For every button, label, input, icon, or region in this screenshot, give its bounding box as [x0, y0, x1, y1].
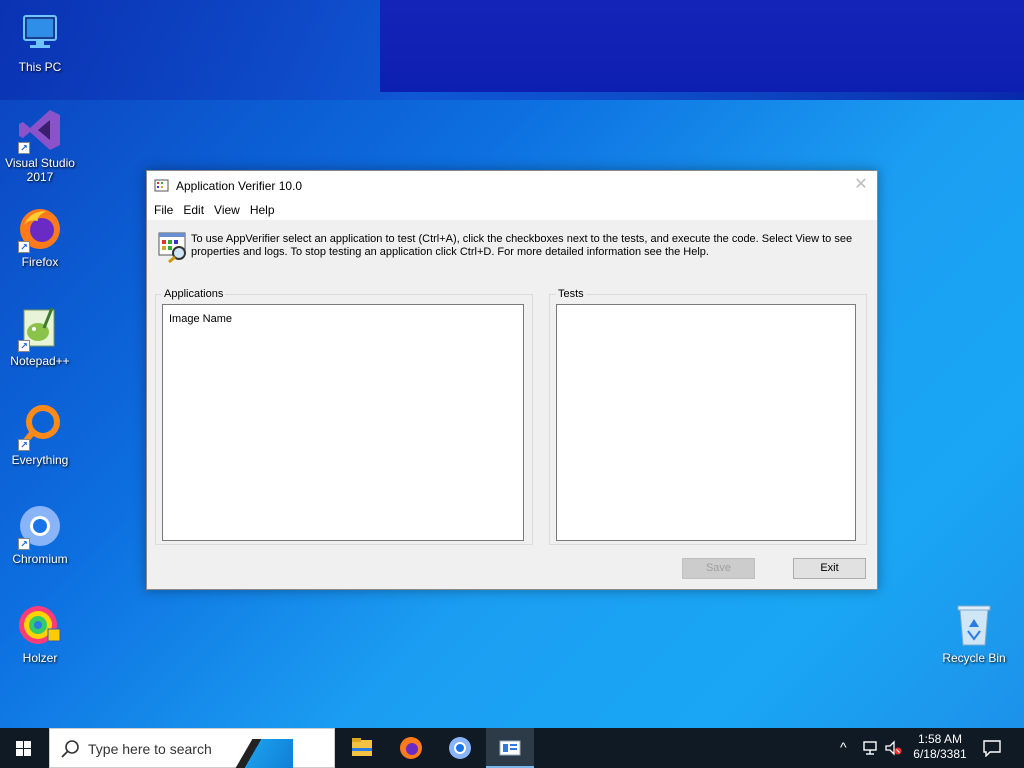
- clock-date: 6/18/3381: [913, 747, 967, 761]
- desktop-icon-label: Everything: [11, 453, 69, 467]
- taskbar-search-box[interactable]: Type here to search: [49, 728, 335, 768]
- window-title: Application Verifier 10.0: [176, 178, 303, 193]
- chevron-up-icon[interactable]: ^: [840, 739, 847, 755]
- taskbar-file-explorer[interactable]: [338, 728, 386, 768]
- desktop-icon-label: Visual Studio 2017: [5, 156, 75, 184]
- desktop-icon-visual-studio[interactable]: ↗ Visual Studio 2017: [2, 106, 78, 184]
- start-button[interactable]: [0, 728, 48, 768]
- search-icon: [61, 740, 79, 758]
- desktop-icon-holzer[interactable]: Holzer: [2, 601, 78, 665]
- shortcut-arrow-icon: ↗: [18, 340, 30, 352]
- shortcut-arrow-icon: ↗: [18, 439, 30, 451]
- system-tray: ^: [838, 728, 904, 768]
- firefox-icon: ↗: [16, 205, 64, 253]
- taskbar: Type here to search ^ 1:58 AM 6/18/3381: [0, 728, 1024, 768]
- recycle-bin-icon: [950, 601, 998, 649]
- verifier-info-icon: [157, 231, 189, 264]
- search-highlight-art: [235, 739, 293, 768]
- menu-bar: File Edit View Help: [147, 200, 877, 220]
- applications-group: Applications Image Name: [155, 288, 533, 545]
- network-icon[interactable]: [862, 740, 880, 756]
- clock-time: 1:58 AM: [917, 732, 963, 746]
- search-placeholder: Type here to search: [88, 741, 212, 757]
- desktop-icon-this-pc[interactable]: This PC: [2, 10, 78, 74]
- application-verifier-icon: [499, 740, 521, 756]
- tests-group: Tests: [549, 288, 867, 545]
- desktop-icon-firefox[interactable]: ↗ Firefox: [2, 205, 78, 269]
- file-explorer-icon: [352, 738, 372, 756]
- chromium-icon: ↗: [16, 502, 64, 550]
- desktop-icon-label: Holzer: [22, 651, 58, 665]
- desktop-icon-chromium[interactable]: ↗ Chromium: [2, 502, 78, 566]
- desktop-icon-label: Chromium: [12, 552, 68, 566]
- shortcut-arrow-icon: ↗: [18, 241, 30, 253]
- desktop-icon-notepadpp[interactable]: ↗ Notepad++: [2, 304, 78, 368]
- menu-file[interactable]: File: [149, 200, 178, 220]
- shortcut-arrow-icon: ↗: [18, 538, 30, 550]
- application-verifier-icon: [154, 178, 170, 194]
- notepadpp-icon: ↗: [16, 304, 64, 352]
- info-panel: To use AppVerifier select an application…: [155, 231, 871, 271]
- tests-legend: Tests: [556, 288, 586, 300]
- firefox-icon: [400, 737, 422, 759]
- menu-help[interactable]: Help: [245, 200, 280, 220]
- desktop-icon-label: Recycle Bin: [942, 651, 1006, 665]
- shortcut-arrow-icon: ↗: [18, 142, 30, 154]
- volume-muted-icon[interactable]: [884, 740, 902, 756]
- taskbar-chromium[interactable]: [436, 728, 484, 768]
- desktop-icon-everything[interactable]: ↗ Everything: [2, 403, 78, 467]
- wallpaper-beam: [380, 0, 1024, 92]
- notification-center-icon[interactable]: [982, 739, 1002, 757]
- everything-search-icon: ↗: [16, 403, 64, 451]
- image-name-column-header[interactable]: Image Name: [169, 313, 232, 325]
- exit-button[interactable]: Exit: [793, 558, 866, 579]
- desktop-icon-label: This PC: [18, 60, 62, 74]
- menu-edit[interactable]: Edit: [178, 200, 209, 220]
- windows-logo-icon: [16, 741, 31, 756]
- desktop-icon-recycle-bin[interactable]: Recycle Bin: [936, 601, 1012, 665]
- close-icon[interactable]: ✕: [845, 171, 877, 200]
- taskbar-application-verifier[interactable]: [486, 728, 534, 768]
- visual-studio-icon: ↗: [16, 106, 64, 154]
- window-titlebar[interactable]: Application Verifier 10.0 ✕: [147, 171, 877, 200]
- holzer-icon: [16, 601, 64, 649]
- save-button[interactable]: Save: [682, 558, 755, 579]
- taskbar-firefox[interactable]: [387, 728, 435, 768]
- computer-icon: [16, 10, 64, 58]
- applications-list[interactable]: Image Name: [162, 304, 524, 541]
- tests-list[interactable]: [556, 304, 856, 541]
- chromium-icon: [449, 737, 471, 759]
- info-text: To use AppVerifier select an application…: [191, 233, 853, 258]
- application-verifier-window[interactable]: Application Verifier 10.0 ✕ File Edit Vi…: [146, 170, 878, 590]
- taskbar-clock[interactable]: 1:58 AM 6/18/3381: [905, 732, 975, 762]
- desktop-icon-label: Notepad++: [10, 354, 70, 368]
- menu-view[interactable]: View: [209, 200, 245, 220]
- applications-legend: Applications: [162, 288, 226, 300]
- desktop-icon-label: Firefox: [21, 255, 59, 269]
